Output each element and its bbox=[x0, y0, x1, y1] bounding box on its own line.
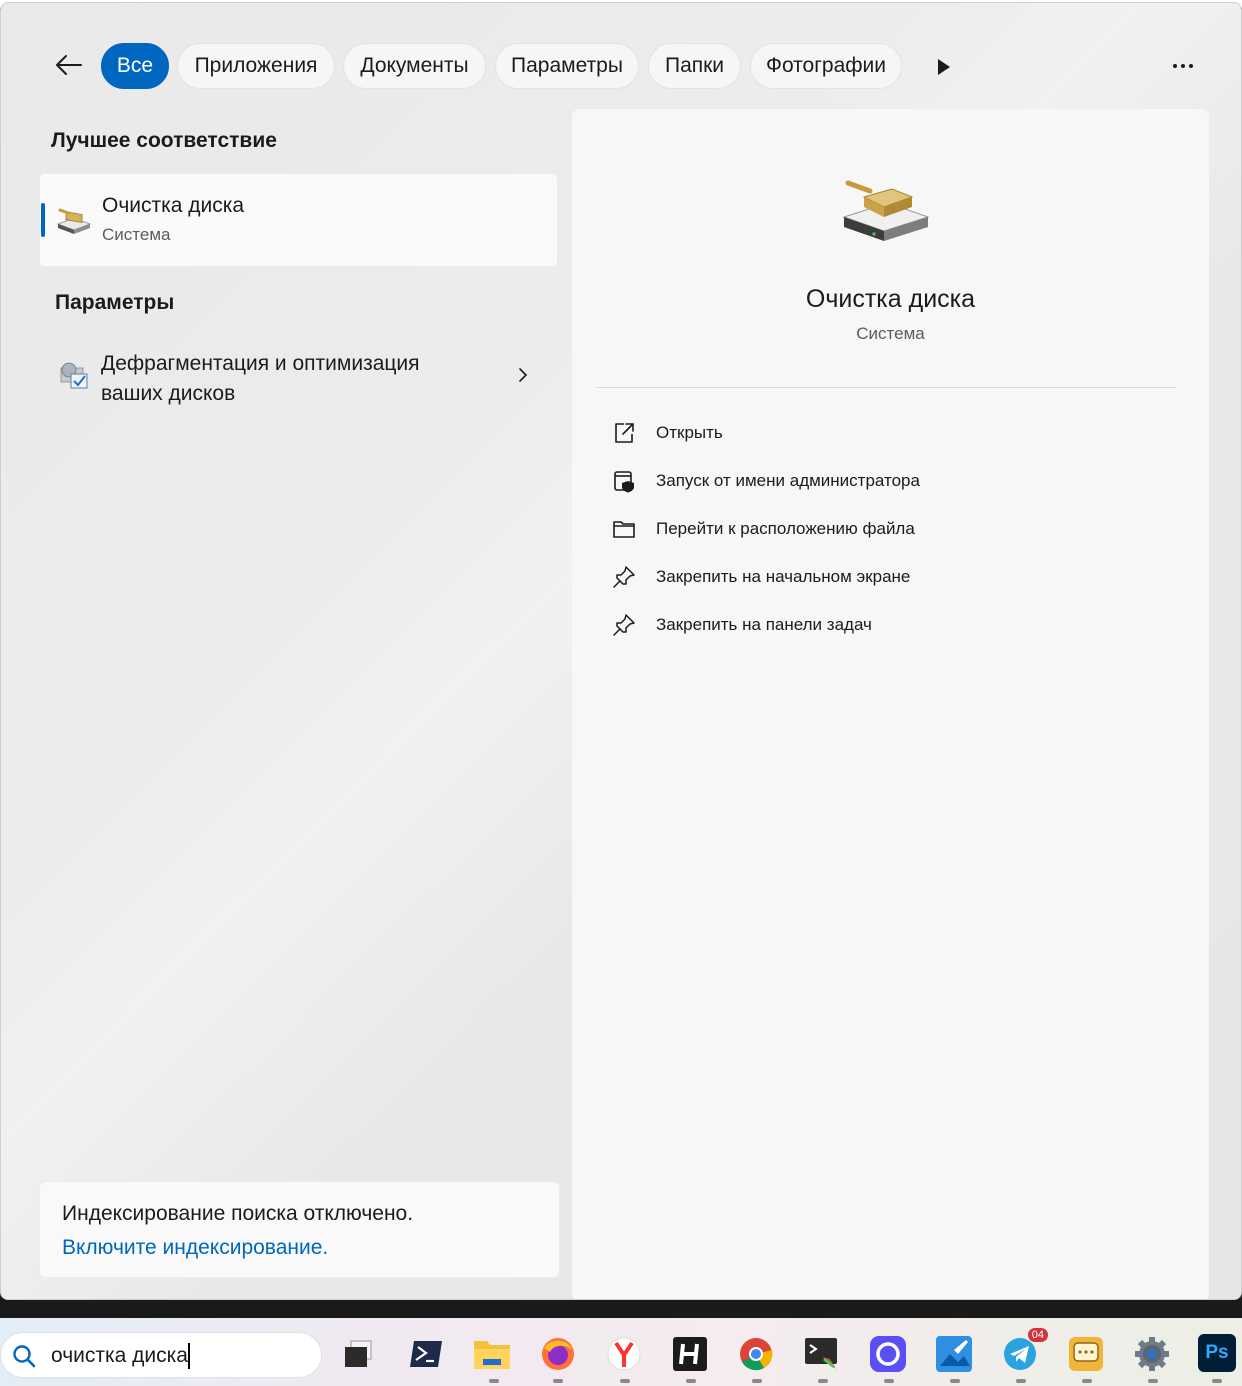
back-arrow-icon bbox=[56, 55, 82, 75]
paint-icon[interactable] bbox=[934, 1334, 974, 1374]
chip-all[interactable]: Все bbox=[101, 43, 169, 89]
detail-app-name: Очистка диска bbox=[805, 285, 976, 313]
chip-settings[interactable]: Параметры bbox=[495, 43, 639, 89]
disk-cleanup-large-icon bbox=[842, 180, 930, 241]
defrag-icon bbox=[60, 362, 88, 389]
settings-icon[interactable] bbox=[1132, 1334, 1172, 1374]
photoshop-label: Ps bbox=[1205, 1342, 1229, 1363]
indexing-notice: Индексирование поиска отключено. Включит… bbox=[39, 1181, 560, 1278]
best-match-item[interactable]: Очистка диска Система bbox=[39, 173, 558, 267]
action-pin-start[interactable]: Закрепить на начальном экране bbox=[608, 557, 1168, 597]
running-indicator bbox=[884, 1379, 894, 1383]
chevron-right-icon bbox=[519, 368, 528, 382]
action-pin-taskbar-label: Закрепить на панели задач bbox=[656, 615, 872, 634]
h-app-icon[interactable] bbox=[670, 1334, 710, 1374]
telegram-icon[interactable]: 04 bbox=[1000, 1328, 1048, 1374]
text-caret bbox=[188, 1343, 190, 1369]
running-indicator bbox=[553, 1379, 563, 1383]
best-match-type: Система bbox=[102, 225, 171, 244]
detail-divider bbox=[596, 387, 1176, 388]
action-pin-taskbar[interactable]: Закрепить на панели задач bbox=[608, 605, 1168, 645]
settings-result-name: Дефрагментация и оптимизация ваших диско… bbox=[101, 352, 420, 405]
search-input[interactable] bbox=[51, 1341, 311, 1371]
yandex-browser-icon[interactable] bbox=[604, 1334, 644, 1374]
powershell-icon[interactable] bbox=[406, 1334, 446, 1374]
firefox-icon[interactable] bbox=[538, 1334, 578, 1374]
running-indicator bbox=[752, 1379, 762, 1383]
settings-heading: Параметры bbox=[55, 291, 175, 314]
chip-folders[interactable]: Папки bbox=[648, 43, 741, 89]
run-as-admin-icon bbox=[614, 471, 634, 493]
telegram-badge: 04 bbox=[1027, 1328, 1048, 1342]
filter-bar: Все Приложения Документы Параметры Папки… bbox=[1, 41, 1241, 91]
action-pin-start-label: Закрепить на начальном экране bbox=[656, 567, 911, 586]
running-indicator bbox=[818, 1379, 828, 1383]
action-open-file-location[interactable]: Перейти к расположению файла bbox=[608, 509, 1168, 549]
chrome-icon[interactable] bbox=[736, 1334, 776, 1374]
taskbar: 04 Ps bbox=[0, 1318, 1242, 1386]
search-panel: Все Приложения Документы Параметры Папки… bbox=[0, 2, 1242, 1300]
detail-app-type: Система bbox=[856, 324, 925, 343]
chip-apps[interactable]: Приложения bbox=[177, 43, 335, 89]
chip-documents[interactable]: Документы bbox=[343, 43, 486, 89]
enable-indexing-link[interactable]: Включите индексирование. bbox=[62, 1236, 328, 1260]
search-icon bbox=[13, 1345, 36, 1368]
chip-photos[interactable]: Фотографии bbox=[750, 43, 902, 89]
more-options-button[interactable] bbox=[1165, 51, 1201, 81]
play-more-icon[interactable] bbox=[931, 55, 955, 79]
running-indicator bbox=[1212, 1379, 1222, 1383]
folder-icon bbox=[613, 521, 635, 538]
file-explorer-icon[interactable] bbox=[472, 1334, 512, 1374]
running-indicator bbox=[950, 1379, 960, 1383]
best-match-heading: Лучшее соответствие bbox=[51, 129, 277, 152]
pin-icon bbox=[613, 614, 635, 636]
action-run-as-admin[interactable]: Запуск от имени администратора bbox=[608, 461, 1168, 501]
running-indicator bbox=[1082, 1379, 1092, 1383]
settings-result-item[interactable]: Дефрагментация и оптимизация ваших диско… bbox=[39, 333, 558, 419]
action-run-as-admin-label: Запуск от имени администратора bbox=[656, 471, 920, 490]
messenger-icon[interactable] bbox=[868, 1334, 908, 1374]
action-open-file-location-label: Перейти к расположению файла bbox=[656, 519, 915, 538]
photoshop-icon[interactable]: Ps bbox=[1198, 1334, 1236, 1372]
selection-indicator bbox=[41, 203, 45, 237]
back-button[interactable] bbox=[47, 47, 91, 83]
best-match-name: Очистка диска bbox=[102, 194, 245, 217]
running-indicator bbox=[1016, 1379, 1026, 1383]
chat-icon[interactable] bbox=[1066, 1334, 1106, 1374]
indexing-message: Индексирование поиска отключено. bbox=[62, 1202, 414, 1225]
disk-cleanup-icon bbox=[56, 208, 92, 234]
pin-icon bbox=[613, 566, 635, 588]
action-open[interactable]: Открыть bbox=[608, 413, 1168, 453]
detail-pane: Очистка диска Система Открыть Запуск от … bbox=[572, 109, 1209, 1299]
terminal-icon[interactable] bbox=[802, 1334, 842, 1374]
open-external-icon bbox=[615, 423, 634, 443]
taskbar-search-box[interactable] bbox=[0, 1332, 322, 1378]
running-indicator bbox=[489, 1379, 499, 1383]
task-view-icon[interactable] bbox=[338, 1334, 378, 1374]
running-indicator bbox=[1148, 1379, 1158, 1383]
action-open-label: Открыть bbox=[656, 423, 723, 442]
running-indicator bbox=[686, 1379, 696, 1383]
running-indicator bbox=[620, 1379, 630, 1383]
